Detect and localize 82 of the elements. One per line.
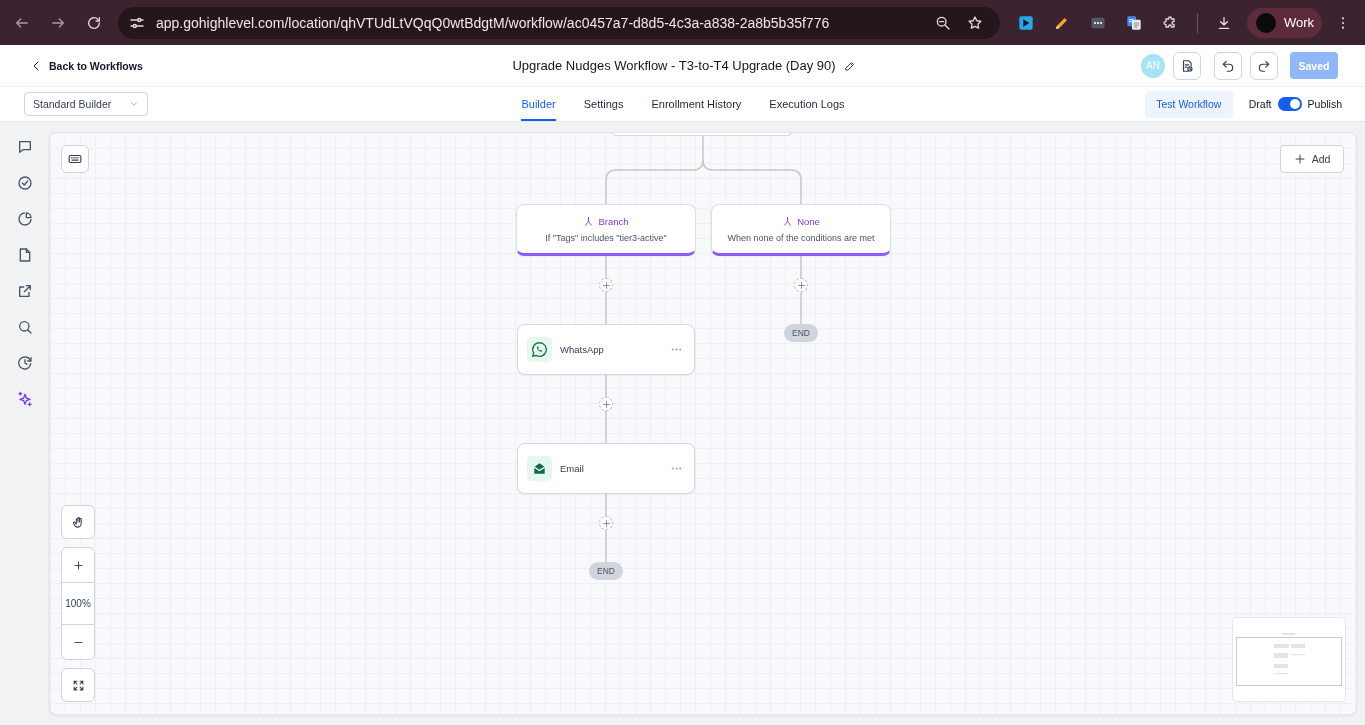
connector-line xyxy=(605,529,607,563)
play-square-icon[interactable] xyxy=(1018,14,1034,31)
plus-icon xyxy=(72,559,84,571)
branch-node[interactable]: Branch If "Tags" includes "tier3-active" xyxy=(516,204,696,256)
plus-icon xyxy=(601,280,611,290)
more-icon[interactable] xyxy=(671,467,682,470)
undo-icon xyxy=(1221,58,1235,73)
publish-label: Publish xyxy=(1307,98,1342,110)
document-clock-icon xyxy=(1180,58,1194,73)
clock-icon[interactable] xyxy=(16,355,33,371)
fork-icon xyxy=(782,215,794,227)
connector-line xyxy=(605,255,607,279)
document-button[interactable] xyxy=(1173,51,1201,80)
reload-icon[interactable] xyxy=(86,14,102,31)
chat-bubble-icon[interactable] xyxy=(16,139,33,155)
undo-button[interactable] xyxy=(1214,51,1242,80)
branch-condition: When none of the conditions are met xyxy=(727,232,875,243)
action-node[interactable]: Email xyxy=(517,443,695,494)
search-icon[interactable] xyxy=(16,319,33,335)
tab[interactable]: Settings xyxy=(583,87,624,121)
hand-icon xyxy=(71,515,85,529)
check-circle-icon[interactable] xyxy=(16,175,33,191)
connector-line xyxy=(800,255,802,279)
publish-toggle[interactable] xyxy=(1277,97,1302,111)
pencil-icon[interactable] xyxy=(843,59,856,72)
zoom-level: 100% xyxy=(62,582,94,625)
chevron-down-icon xyxy=(129,99,139,109)
end-marker: END xyxy=(784,324,818,342)
corner-arrows-icon xyxy=(71,678,85,692)
end-marker: END xyxy=(589,562,623,580)
branch-title: Branch xyxy=(598,215,629,227)
action-label: Email xyxy=(560,463,584,474)
connector-line xyxy=(605,374,607,398)
redo-icon xyxy=(1257,58,1271,73)
add-step-button[interactable] xyxy=(599,278,613,292)
connector-line xyxy=(605,410,607,444)
test-workflow-button[interactable]: Test Workflow xyxy=(1144,90,1233,118)
envelope-icon xyxy=(527,456,552,481)
avatar-icon xyxy=(1256,12,1276,33)
add-step-button[interactable] xyxy=(794,278,808,292)
pan-button[interactable] xyxy=(61,505,95,539)
tab[interactable]: Execution Logs xyxy=(769,87,845,121)
add-step-button[interactable] xyxy=(599,397,613,411)
keyboard-icon xyxy=(68,152,82,166)
zoom-out-icon[interactable] xyxy=(935,14,951,31)
sparkle-icon[interactable] xyxy=(16,391,33,407)
url-text: app.gohighlevel.com/location/qhVTUdLtVQqQ0wtBdgtM/workflow/ac0457a7-d8d5-4c3a-a838-2a8b5b35f776 xyxy=(156,14,830,31)
keyboard-button[interactable] xyxy=(61,145,89,173)
builder-select[interactable]: Standard Builder xyxy=(24,92,148,116)
profile-button[interactable]: Work xyxy=(1247,7,1322,38)
plus-icon xyxy=(601,518,611,528)
more-icon[interactable] xyxy=(671,348,682,351)
branch-title: None xyxy=(797,215,820,227)
user-avatar: AN xyxy=(1141,53,1165,78)
connector-line xyxy=(605,291,607,325)
add-button[interactable]: Add xyxy=(1280,145,1344,173)
star-icon[interactable] xyxy=(967,14,983,31)
redo-button[interactable] xyxy=(1250,51,1278,80)
add-step-button[interactable] xyxy=(599,516,613,530)
draft-label: Draft xyxy=(1248,98,1272,110)
back-link[interactable]: Back to Workflows xyxy=(30,58,143,73)
tab[interactable]: Builder xyxy=(521,87,556,121)
branch-condition: If "Tags" includes "tier3-active" xyxy=(545,232,667,243)
action-node[interactable]: WhatsApp xyxy=(517,324,695,375)
external-link-icon[interactable] xyxy=(16,283,33,299)
puzzle-icon[interactable] xyxy=(1162,14,1178,31)
plus-icon xyxy=(601,399,611,409)
tab[interactable]: Enrollment History xyxy=(651,87,742,121)
action-label: WhatsApp xyxy=(560,344,604,355)
plus-icon xyxy=(1293,153,1306,165)
chat-phone-icon xyxy=(527,337,552,362)
connector-line xyxy=(605,493,607,517)
fork-icon xyxy=(583,215,595,227)
workflow-title: Upgrade Nudges Workflow - T3-to-T4 Upgrade (Day 90) xyxy=(512,58,836,73)
branch-node[interactable]: None When none of the conditions are met xyxy=(711,204,891,256)
plus-icon xyxy=(796,280,806,290)
pie-chart-icon[interactable] xyxy=(16,211,33,227)
download-icon[interactable] xyxy=(1216,14,1232,31)
translate-icon[interactable] xyxy=(1126,14,1142,31)
connector-line xyxy=(800,291,802,325)
address-bar[interactable]: app.gohighlevel.com/location/qhVTUdLtVQqQ0wtBdgtM/workflow/ac0457a7-d8d5-4c3a-a838-2a8b5b35f776 xyxy=(118,6,1000,39)
fit-view-button[interactable] xyxy=(61,668,95,702)
